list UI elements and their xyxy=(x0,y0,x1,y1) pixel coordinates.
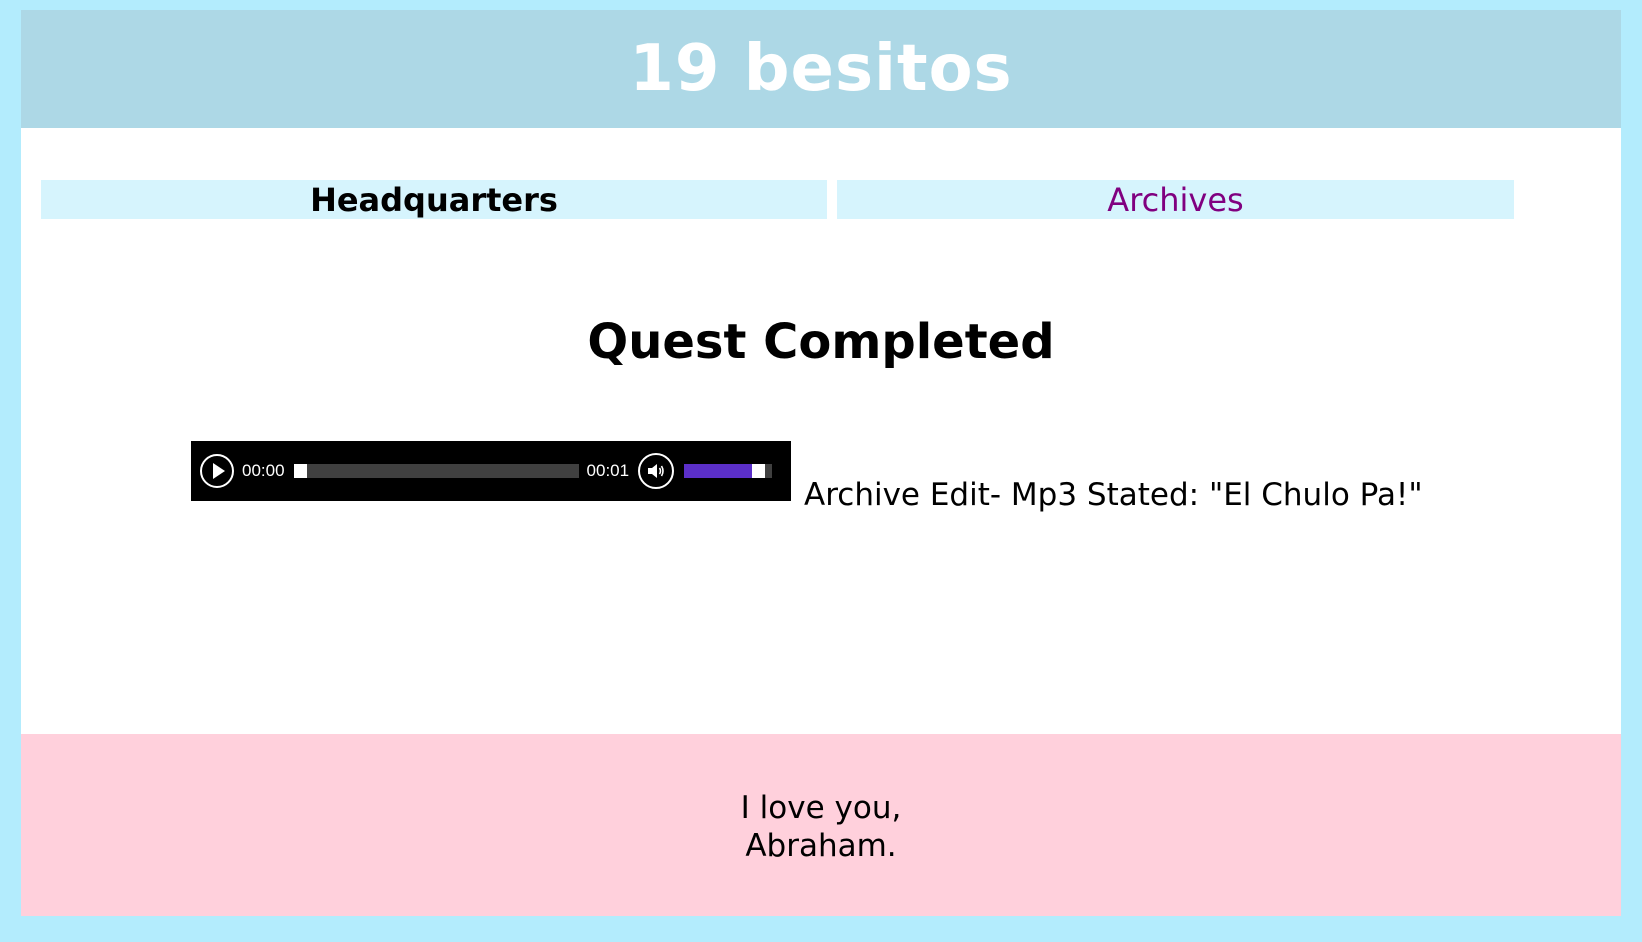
footer-signature: Abraham. xyxy=(745,828,897,864)
duration-time: 00:01 xyxy=(586,461,630,480)
current-time: 00:00 xyxy=(242,461,285,480)
audio-caption: Archive Edit- Mp3 Stated: "El Chulo Pa!" xyxy=(804,477,1423,513)
footer-line-1: I love you, xyxy=(740,790,902,826)
nav-link-archives[interactable]: Archives xyxy=(837,180,1514,219)
nav-link-headquarters[interactable]: Headquarters xyxy=(41,180,827,219)
site-header: 19 besitos xyxy=(21,10,1621,128)
volume-thumb[interactable] xyxy=(751,464,765,478)
seek-thumb[interactable] xyxy=(293,464,307,478)
play-icon xyxy=(212,463,225,479)
seek-bar[interactable] xyxy=(293,464,579,478)
site-footer: I love you, Abraham. xyxy=(21,734,1621,916)
page-heading: Quest Completed xyxy=(587,314,1055,370)
site-title: 19 besitos xyxy=(629,32,1013,106)
volume-slider[interactable] xyxy=(684,464,773,478)
volume-level xyxy=(684,464,752,478)
page-container: 19 besitos Headquarters Archives Quest C… xyxy=(21,10,1621,916)
mute-button[interactable] xyxy=(638,453,675,489)
speaker-icon xyxy=(648,464,664,478)
audio-player: 00:00 00:01 xyxy=(191,441,791,501)
play-button[interactable] xyxy=(200,454,234,488)
